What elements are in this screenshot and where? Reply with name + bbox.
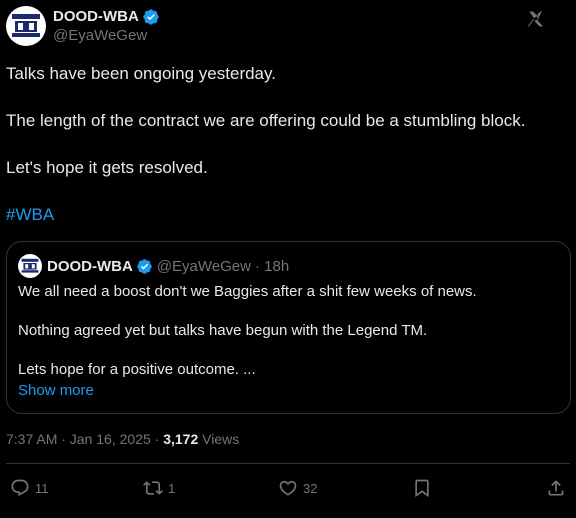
repost-button[interactable]: 1 — [143, 478, 175, 498]
post-paragraph: Talks have been ongoing yesterday. — [6, 64, 276, 83]
action-bar: 11 1 32 — [0, 478, 576, 504]
author-avatar[interactable] — [6, 6, 46, 46]
avatar-logo-icon — [10, 12, 42, 40]
quoted-paragraph: We all need a boost don't we Baggies aft… — [18, 283, 477, 300]
bookmark-icon — [415, 479, 429, 498]
repost-count: 1 — [168, 480, 176, 496]
quoted-author-avatar[interactable] — [18, 254, 42, 278]
bookmark-button[interactable] — [412, 478, 432, 498]
avatar-logo-icon — [20, 257, 40, 275]
post-paragraph: The length of the contract we are offeri… — [6, 111, 526, 130]
hashtag-link[interactable]: #WBA — [6, 205, 54, 224]
like-count: 32 — [303, 480, 318, 496]
grok-icon[interactable] — [526, 9, 546, 29]
views-count: 3,172 — [163, 431, 199, 447]
show-more-link[interactable]: Show more — [18, 382, 94, 399]
quoted-post-header: DOOD-WBA @EyaWeGew · 18h — [18, 254, 289, 278]
quoted-author-display-name: DOOD-WBA — [47, 257, 133, 275]
quoted-post-body: We all need a boost don't we Baggies aft… — [18, 282, 558, 399]
post-meta: 7:37 AM · Jan 16, 2025 · 3,172 Views — [6, 431, 239, 447]
verified-badge-icon — [143, 8, 159, 25]
like-icon — [279, 480, 297, 496]
reply-count: 11 — [35, 480, 49, 496]
quoted-paragraph: Lets hope for a positive outcome. ... — [18, 361, 256, 378]
post-body: Talks have been ongoing yesterday. The l… — [6, 62, 566, 250]
like-button[interactable]: 32 — [278, 478, 317, 498]
divider — [6, 463, 570, 464]
quoted-post[interactable]: DOOD-WBA @EyaWeGew · 18h We all need a b… — [6, 241, 571, 414]
reply-icon — [11, 479, 29, 497]
verified-badge-icon — [137, 258, 152, 274]
quoted-paragraph: Nothing agreed yet but talks have begun … — [18, 322, 428, 339]
author-display-name[interactable]: DOOD-WBA — [53, 7, 139, 26]
post-paragraph: Let's hope it gets resolved. — [6, 158, 208, 177]
quoted-post-time: · 18h — [254, 257, 290, 275]
post-header: DOOD-WBA @EyaWeGew — [6, 6, 576, 46]
repost-icon — [143, 481, 163, 495]
views-label: Views — [198, 431, 240, 447]
share-button[interactable] — [546, 478, 566, 498]
share-icon — [548, 480, 564, 496]
author-handle[interactable]: @EyaWeGew — [53, 26, 160, 46]
reply-button[interactable]: 11 — [10, 478, 49, 498]
quoted-author-handle: @EyaWeGew — [156, 257, 251, 275]
post-timestamp[interactable]: 7:37 AM · Jan 16, 2025 · — [6, 431, 163, 447]
